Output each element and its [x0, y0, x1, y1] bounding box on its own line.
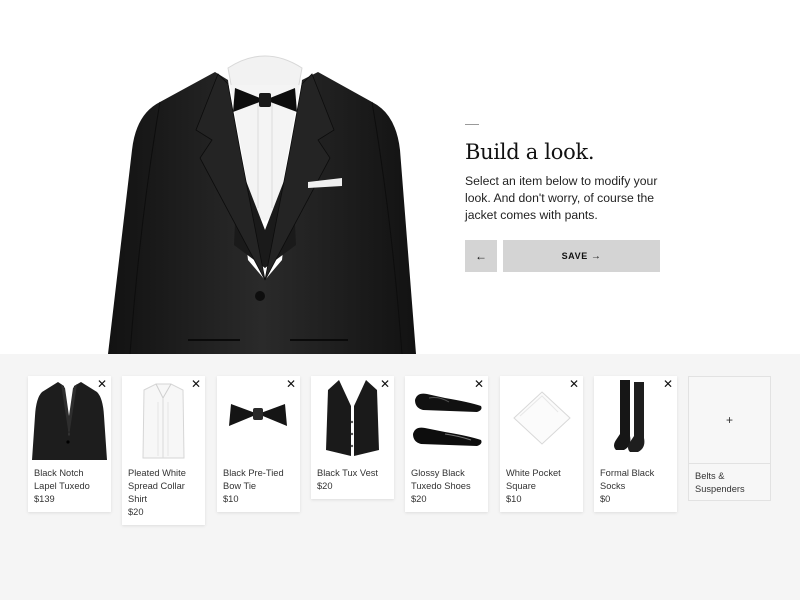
items-tray [0, 354, 800, 600]
page-description: Select an item below to modify your look… [465, 174, 658, 222]
item-price: $10 [506, 494, 522, 504]
item-card-socks[interactable]: ✕ Formal Black Socks $0 [594, 376, 677, 512]
title-rule [465, 124, 479, 125]
item-price: $20 [128, 507, 144, 517]
item-card-bow-tie[interactable]: ✕ Black Pre-Tied Bow Tie $10 [217, 376, 300, 512]
plus-icon: + [725, 413, 733, 427]
save-button[interactable]: SAVE → [503, 240, 660, 272]
item-name: White Pocket Square [506, 468, 561, 491]
add-accessory-card[interactable]: + Belts & Suspenders [688, 376, 771, 501]
hero-section: Build a look. Select an item below to mo… [0, 0, 800, 354]
build-look-panel: Build a look. Select an item below to mo… [465, 124, 675, 224]
arrow-left-icon: ← [475, 249, 487, 263]
item-price: $20 [411, 494, 427, 504]
close-icon[interactable]: ✕ [568, 378, 580, 390]
close-icon[interactable]: ✕ [379, 378, 391, 390]
item-price: $20 [317, 481, 333, 491]
close-icon[interactable]: ✕ [285, 378, 297, 390]
arrow-right-icon: → [590, 250, 602, 262]
item-card-tuxedo[interactable]: ✕ Black Notch Lapel Tuxedo $139 [28, 376, 111, 512]
item-card-pocket-square[interactable]: ✕ White Pocket Square $10 [500, 376, 583, 512]
back-button[interactable]: ← [465, 240, 497, 272]
item-name: Black Notch Lapel Tuxedo [34, 468, 90, 491]
tuxedo-preview-image [108, 55, 416, 354]
item-card-shoes[interactable]: ✕ Glossy Black Tuxedo Shoes $20 [405, 376, 488, 512]
item-price: $10 [223, 494, 239, 504]
close-icon[interactable]: ✕ [96, 378, 108, 390]
item-card-shirt[interactable]: ✕ Pleated White Spread Collar Shirt $20 [122, 376, 205, 525]
close-icon[interactable]: ✕ [473, 378, 485, 390]
item-price: $0 [600, 494, 611, 504]
item-name: Formal Black Socks [600, 468, 655, 491]
close-icon[interactable]: ✕ [662, 378, 674, 390]
item-name: Black Tux Vest [317, 468, 378, 478]
save-label: SAVE [561, 251, 588, 261]
item-price: $139 [34, 494, 55, 504]
item-name: Pleated White Spread Collar Shirt [128, 468, 186, 504]
add-card-label: Belts & Suspenders [695, 471, 745, 494]
item-name: Black Pre-Tied Bow Tie [223, 468, 284, 491]
item-card-vest[interactable]: ✕ Black Tux Vest $20 [311, 376, 394, 499]
close-icon[interactable]: ✕ [190, 378, 202, 390]
page-title: Build a look. [465, 140, 595, 164]
item-name: Glossy Black Tuxedo Shoes [411, 468, 471, 491]
